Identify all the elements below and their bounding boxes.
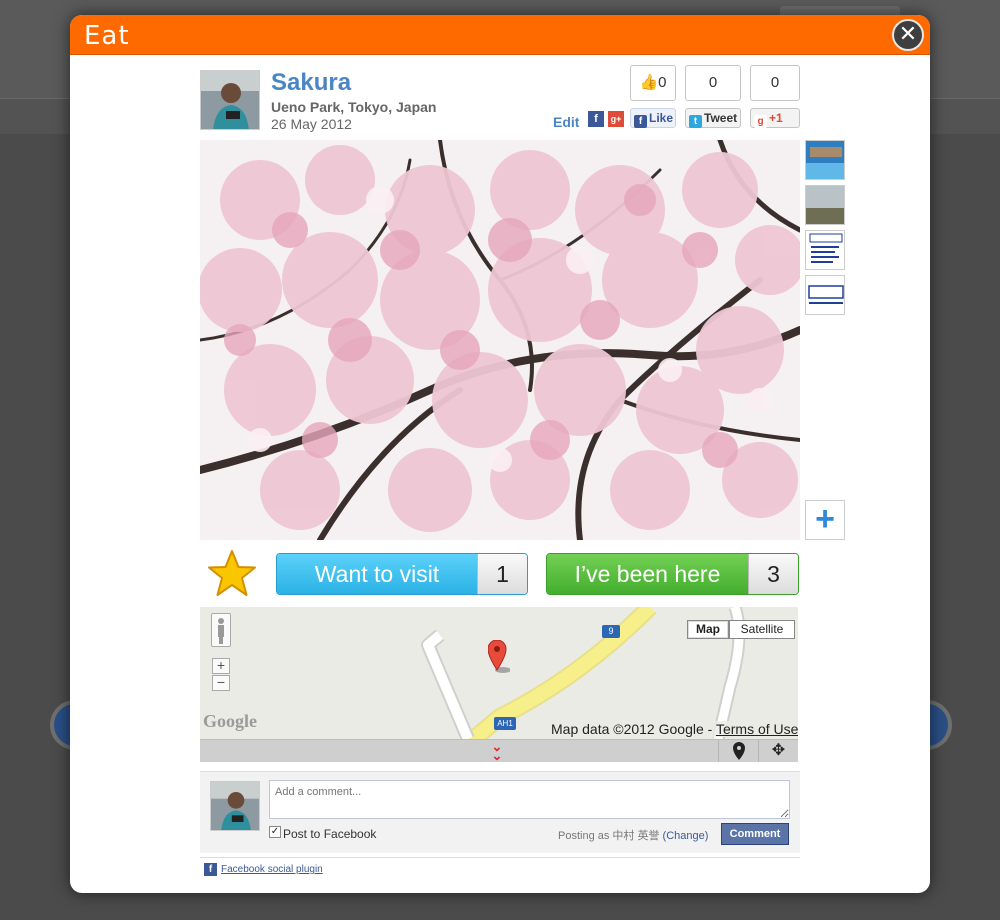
route-ah1-label: AH1 <box>494 717 516 730</box>
thumbnail-pool[interactable] <box>805 140 845 180</box>
place-title[interactable]: Sakura <box>271 69 351 97</box>
plus-one-count: 0 <box>750 65 800 101</box>
tweet-count: 0 <box>685 65 741 101</box>
google-logo: Google <box>203 711 257 731</box>
facebook-share-icon[interactable]: f <box>588 111 604 127</box>
place-location: Ueno Park, Tokyo, Japan <box>271 99 437 115</box>
divider <box>200 857 800 858</box>
like-count-value: 0 <box>658 74 667 91</box>
thumbnail-document[interactable] <box>805 230 845 270</box>
route-9-label: 9 <box>602 625 620 638</box>
zoom-out-button[interactable]: − <box>212 675 230 691</box>
thumbs-up-icon: 👍 <box>639 74 659 91</box>
move-icon[interactable]: ✥ <box>758 740 798 762</box>
been-here-button[interactable]: I’ve been here 3 <box>546 553 799 595</box>
location-pin-icon[interactable] <box>718 740 758 762</box>
posting-as-text: Posting as 中村 英誉 <box>558 830 660 842</box>
star-icon[interactable] <box>206 548 258 600</box>
google-plus-share-icon[interactable]: g+ <box>608 111 624 127</box>
zoom-in-button[interactable]: + <box>212 658 230 674</box>
expand-map-icon[interactable]: ⌄ ⌄ <box>490 740 504 762</box>
post-to-facebook-checkbox[interactable]: ✓ <box>269 826 281 838</box>
add-photo-icon[interactable]: + <box>805 500 845 540</box>
google-icon: g <box>754 115 767 128</box>
plus-one-label: +1 <box>769 111 783 125</box>
place-date: 26 May 2012 <box>271 116 352 132</box>
want-to-visit-label: Want to visit <box>277 554 477 594</box>
map-toolbar: ⌄ ⌄ ✥ <box>200 739 798 762</box>
want-to-visit-count: 1 <box>477 554 527 594</box>
map-pin-icon[interactable] <box>487 639 511 674</box>
post-to-facebook-label: Post to Facebook <box>283 827 377 841</box>
change-user-link[interactable]: (Change) <box>663 830 709 842</box>
tweet-button[interactable]: t Tweet <box>685 108 741 128</box>
map-data-credit: Map data ©2012 Google - <box>551 721 716 737</box>
comment-input[interactable] <box>269 780 790 819</box>
facebook-icon: f <box>634 115 647 128</box>
avatar[interactable] <box>200 70 260 130</box>
like-count: 👍0 <box>630 65 676 101</box>
street-view-pegman-icon[interactable] <box>211 613 231 647</box>
map-type-satellite-button[interactable]: Satellite <box>729 620 795 639</box>
tweet-label: Tweet <box>704 111 738 125</box>
thumbnail-logo[interactable] <box>805 275 845 315</box>
commenter-avatar <box>210 781 260 831</box>
posting-as: Posting as 中村 英誉 (Change) <box>558 827 708 843</box>
modal-title: Eat <box>84 21 130 51</box>
want-to-visit-button[interactable]: Want to visit 1 <box>276 553 528 595</box>
main-photo[interactable] <box>200 140 800 540</box>
facebook-icon: f <box>204 863 217 876</box>
map[interactable]: 9 AH1 + − Map Satellite Google Map data … <box>200 607 798 762</box>
like-label: Like <box>649 111 674 125</box>
google-plus-one-button[interactable]: g +1 <box>750 108 800 128</box>
facebook-like-button[interactable]: f Like <box>630 108 676 128</box>
been-here-count: 3 <box>748 554 798 594</box>
modal-header: Eat ✕ <box>70 15 930 55</box>
place-modal: Eat ✕ Sakura Ueno Park, Tokyo, Japan 26 … <box>70 15 930 893</box>
facebook-social-plugin-link[interactable]: Facebook social plugin <box>221 864 323 875</box>
been-here-label: I’ve been here <box>547 554 748 594</box>
map-credit: Map data ©2012 Google - Terms of Use <box>550 721 798 737</box>
map-type-map-button[interactable]: Map <box>687 620 729 639</box>
terms-of-use-link[interactable]: Terms of Use <box>716 721 798 737</box>
edit-link[interactable]: Edit <box>553 114 579 130</box>
close-icon[interactable]: ✕ <box>892 19 924 51</box>
comment-button[interactable]: Comment <box>721 823 789 845</box>
thumbnail-field[interactable] <box>805 185 845 225</box>
twitter-icon: t <box>689 115 702 128</box>
